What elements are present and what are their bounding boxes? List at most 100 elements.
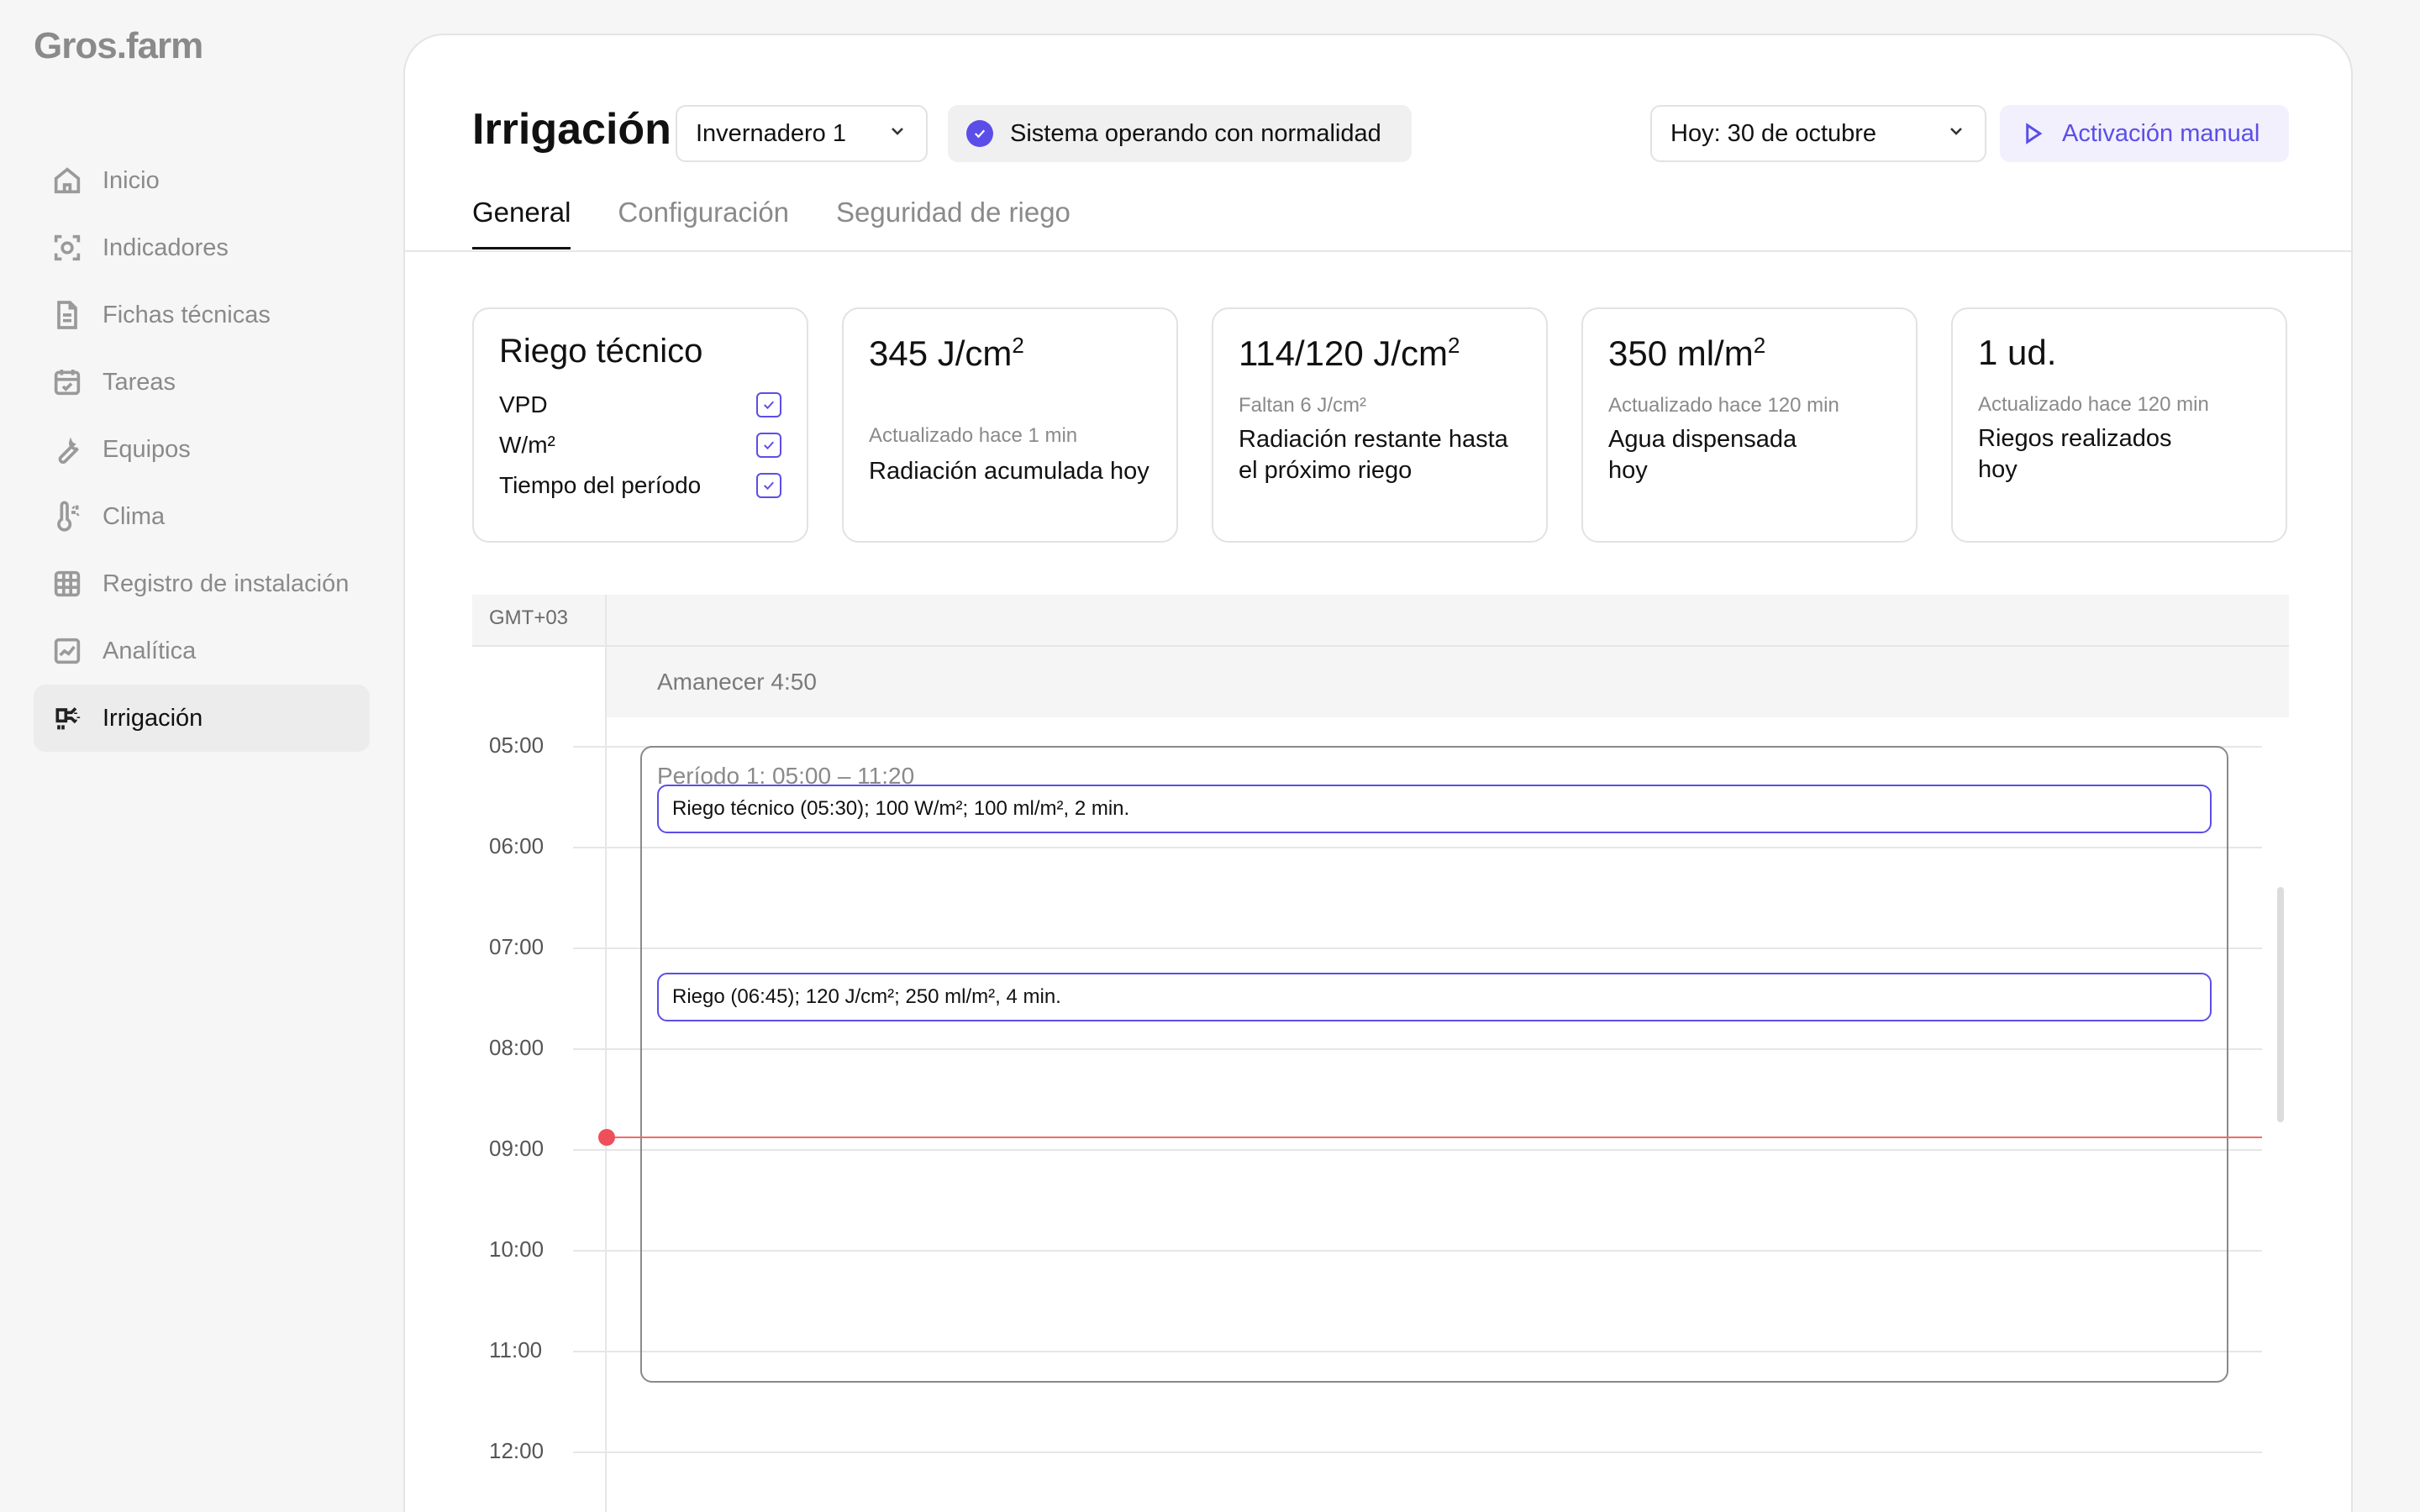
option-wm2: W/m²	[499, 429, 781, 461]
card-label-line1: Radiación restante hasta	[1239, 426, 1508, 453]
hour-label: 09:00	[489, 1136, 544, 1161]
hour-label: 07:00	[489, 934, 544, 959]
sidebar-item-equipos[interactable]: Equipos	[34, 416, 370, 483]
hour-label: 11:00	[489, 1337, 543, 1362]
card-value: 1 ud.	[1978, 333, 2057, 372]
hour-label: 10:00	[489, 1236, 544, 1262]
value-sup: 2	[1753, 333, 1766, 358]
date-select-value: Hoy: 30 de octubre	[1670, 119, 1877, 147]
sidebar-nav: Inicio Indicadores Fichas técnicas Tarea…	[34, 147, 370, 752]
date-select[interactable]: Hoy: 30 de octubre	[1650, 105, 1986, 162]
card-value: 114/120 J/cm2	[1239, 333, 1521, 374]
system-status-text: Sistema operando con normalidad	[1010, 119, 1381, 147]
chevron-down-icon	[1946, 120, 1966, 148]
sidebar-item-analitica[interactable]: Analítica	[34, 617, 370, 685]
updated-text: Actualizado hace 1 min	[869, 424, 1078, 447]
hour-gridline	[573, 1452, 2262, 1453]
check-icon	[764, 441, 774, 450]
chevron-down-icon	[887, 120, 908, 148]
sidebar-item-label: Fichas técnicas	[103, 301, 271, 328]
updated-text: Actualizado hace 120 min	[1978, 393, 2209, 416]
card-title: Riego técnico	[499, 333, 703, 370]
system-status-badge: Sistema operando con normalidad	[948, 105, 1412, 162]
sidebar-item-fichas-tecnicas[interactable]: Fichas técnicas	[34, 281, 370, 349]
sunrise-band	[607, 647, 2289, 717]
timeline-axis	[605, 595, 607, 1512]
tab-bar: General Configuración Seguridad de riego	[472, 197, 1118, 249]
tabs-divider	[405, 250, 2351, 252]
greenhouse-select-value: Invernadero 1	[696, 119, 846, 147]
sidebar-item-label: Clima	[103, 502, 166, 530]
water-dispensed-card: 350 ml/m2 Actualizado hace 120 min Agua …	[1581, 307, 1918, 543]
hour-label: 12:00	[489, 1438, 544, 1463]
updated-text: Actualizado hace 120 min	[1608, 394, 1839, 417]
remaining-radiation-card: 114/120 J/cm2 Faltan 6 J/cm² Radiación r…	[1212, 307, 1548, 543]
thermometer-icon	[50, 500, 84, 533]
check-icon	[764, 401, 774, 410]
sidebar-item-inicio[interactable]: Inicio	[34, 147, 370, 214]
value-text: 345 J/cm	[869, 333, 1013, 373]
card-label-line2: el próximo riego	[1239, 457, 1413, 484]
current-time-marker	[598, 1129, 615, 1146]
sidebar-item-label: Irrigación	[103, 704, 203, 732]
sidebar-item-label: Registro de instalación	[103, 570, 350, 597]
timeline-header	[472, 595, 2289, 645]
sidebar-item-label: Indicadores	[103, 234, 229, 261]
sidebar-item-irrigacion[interactable]: Irrigación	[34, 685, 370, 752]
card-label-line2: hoy	[1978, 456, 2018, 483]
card-value: 345 J/cm2	[869, 333, 1151, 374]
grid-icon	[50, 567, 84, 601]
option-label: Tiempo del período	[499, 472, 702, 498]
technical-irrigation-card: Riego técnico VPD W/m² Tiempo del períod…	[472, 307, 808, 543]
period-time-checkbox[interactable]	[756, 473, 781, 498]
value-text: 114/120 J/cm	[1239, 333, 1449, 373]
sidebar-item-label: Equipos	[103, 435, 191, 463]
check-circle-icon	[966, 120, 993, 147]
hour-label: 05:00	[489, 732, 544, 758]
page-title: Irrigación	[472, 105, 671, 154]
manual-activation-label: Activación manual	[2062, 119, 2260, 147]
accumulated-radiation-card: 345 J/cm2 Actualizado hace 1 min Radiaci…	[842, 307, 1178, 543]
card-value: 350 ml/m2	[1608, 333, 1891, 374]
sidebar-item-indicadores[interactable]: Indicadores	[34, 214, 370, 281]
home-icon	[50, 164, 84, 197]
card-label-line1: Riegos realizados	[1978, 425, 2172, 452]
irrigation-icon	[50, 701, 84, 735]
sidebar-item-tareas[interactable]: Tareas	[34, 349, 370, 416]
option-label: W/m²	[499, 432, 555, 458]
sidebar-item-label: Analítica	[103, 637, 197, 664]
analytics-icon	[50, 634, 84, 668]
sidebar-item-registro-instalacion[interactable]: Registro de instalación	[34, 550, 370, 617]
value-sup: 2	[1012, 333, 1024, 358]
value-sup: 2	[1448, 333, 1460, 358]
card-label-line1: Agua dispensada	[1608, 426, 1797, 453]
document-icon	[50, 298, 84, 332]
timeline-scrollbar[interactable]	[2277, 887, 2284, 1122]
hour-label: 08:00	[489, 1035, 544, 1060]
main-panel: Irrigación Invernadero 1 Sistema operand…	[403, 34, 2353, 1512]
wm2-checkbox[interactable]	[756, 433, 781, 458]
sidebar-item-label: Inicio	[103, 166, 160, 194]
indicators-icon	[50, 231, 84, 265]
tab-general[interactable]: General	[472, 197, 571, 249]
wrench-icon	[50, 433, 84, 466]
option-period-time: Tiempo del período	[499, 470, 781, 501]
irrigation-event-regular[interactable]: Riego (06:45); 120 J/cm²; 250 ml/m², 4 m…	[657, 973, 2212, 1021]
value-text: 350 ml/m	[1608, 333, 1754, 373]
option-vpd: VPD	[499, 389, 781, 421]
sidebar-item-label: Tareas	[103, 368, 176, 396]
manual-activation-button[interactable]: Activación manual	[2000, 105, 2289, 162]
card-label-line2: hoy	[1608, 457, 1648, 484]
sidebar-item-clima[interactable]: Clima	[34, 483, 370, 550]
timezone-label: GMT+03	[489, 606, 569, 629]
tab-configuracion[interactable]: Configuración	[618, 197, 789, 249]
greenhouse-select[interactable]: Invernadero 1	[676, 105, 928, 162]
note-text: Faltan 6 J/cm²	[1239, 394, 1367, 417]
play-icon	[2026, 123, 2043, 144]
irrigation-event-technical[interactable]: Riego técnico (05:30); 100 W/m²; 100 ml/…	[657, 785, 2212, 833]
tab-seguridad-riego[interactable]: Seguridad de riego	[836, 197, 1071, 249]
hour-label: 06:00	[489, 833, 544, 858]
current-time-line	[607, 1137, 2262, 1138]
vpd-checkbox[interactable]	[756, 392, 781, 417]
irrigation-period[interactable]	[640, 746, 2228, 1383]
